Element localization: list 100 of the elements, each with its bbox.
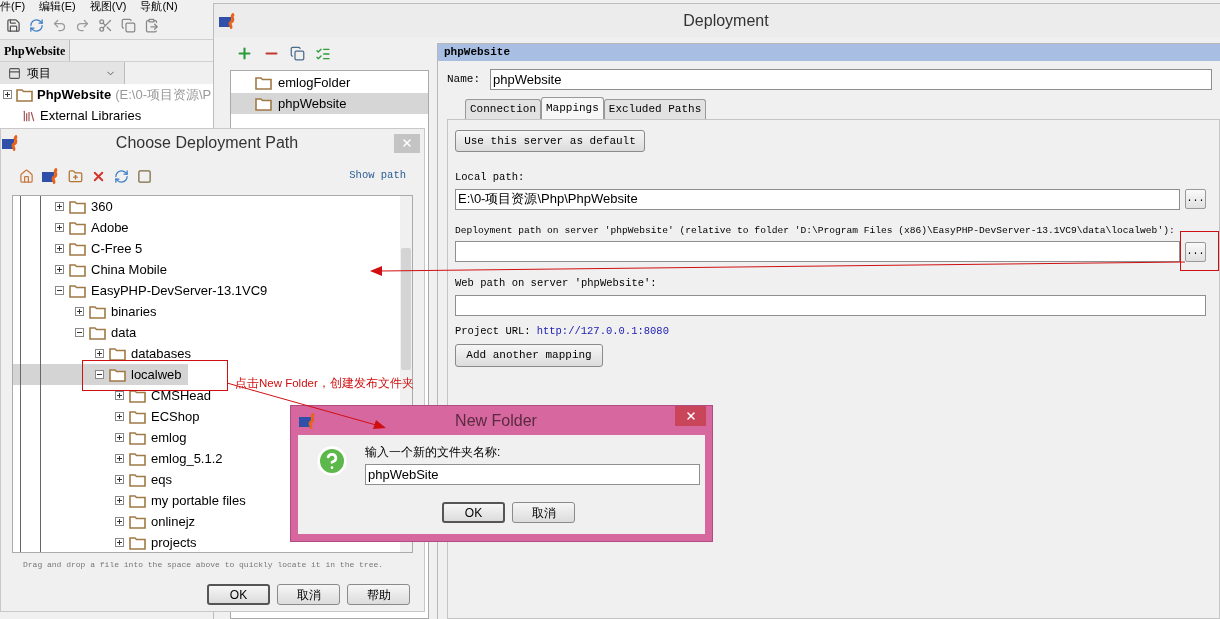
tree-row[interactable]: EasyPHP-DevServer-13.1VC9 bbox=[13, 280, 274, 301]
project-url-link[interactable]: http://127.0.0.1:8080 bbox=[536, 323, 669, 340]
folder-label: EasyPHP-DevServer-13.1VC9 bbox=[91, 281, 268, 300]
tree-row[interactable]: localweb bbox=[13, 364, 188, 385]
folder-label: 360 bbox=[91, 197, 113, 216]
close-icon bbox=[684, 410, 697, 422]
square-icon[interactable] bbox=[137, 168, 152, 184]
logo-icon bbox=[2, 135, 20, 151]
expand-icon[interactable] bbox=[115, 391, 124, 400]
scrollbar-thumb[interactable] bbox=[401, 248, 411, 370]
menu-item[interactable]: 编辑(E) bbox=[39, 0, 76, 12]
browse-button[interactable]: ... bbox=[1185, 189, 1206, 210]
undo-icon[interactable] bbox=[52, 18, 67, 33]
tree-row[interactable]: ECShop bbox=[13, 406, 206, 427]
expand-icon[interactable] bbox=[115, 475, 124, 484]
default-server-button[interactable]: Use this server as default bbox=[455, 130, 645, 152]
web-path-field[interactable] bbox=[455, 294, 1206, 316]
folder-label: emlog bbox=[151, 428, 187, 447]
expand-icon[interactable] bbox=[115, 433, 124, 442]
field-label: Local path: bbox=[455, 170, 525, 185]
add-mapping-button[interactable]: Add another mapping bbox=[455, 343, 603, 367]
refresh-icon[interactable] bbox=[114, 168, 129, 184]
expand-icon[interactable] bbox=[75, 307, 84, 316]
tab[interactable]: Connection bbox=[465, 99, 541, 119]
tab[interactable]: Mappings bbox=[541, 97, 604, 119]
breadcrumb-item[interactable]: PhpWebsite bbox=[0, 40, 71, 61]
view-selector[interactable]: 项目 bbox=[0, 62, 125, 84]
tree-row[interactable]: CMSHead bbox=[13, 385, 217, 406]
tree-row[interactable]: 360 bbox=[13, 196, 119, 217]
server-item[interactable]: phpWebsite bbox=[231, 93, 428, 114]
expand-icon[interactable] bbox=[55, 244, 64, 253]
tree-row[interactable]: Adobe bbox=[13, 217, 135, 238]
dialog-button[interactable]: 帮助 bbox=[347, 584, 410, 605]
expand-icon[interactable] bbox=[115, 517, 124, 526]
folder-name-field[interactable]: phpWebSite bbox=[365, 464, 700, 485]
tree-row[interactable]: my portable files bbox=[13, 490, 252, 511]
name-field[interactable]: phpWebsite bbox=[490, 68, 1212, 90]
paste-icon[interactable] bbox=[144, 18, 159, 33]
folder-icon bbox=[69, 262, 86, 277]
folder-label: China Mobile bbox=[91, 260, 167, 279]
home-icon[interactable] bbox=[19, 168, 34, 184]
expand-icon[interactable] bbox=[55, 223, 64, 232]
collapse-icon[interactable] bbox=[55, 286, 64, 295]
tab[interactable]: Excluded Paths bbox=[603, 99, 707, 119]
folder-icon bbox=[129, 409, 146, 424]
dialog-button[interactable]: 取消 bbox=[277, 584, 340, 605]
project-path: (E:\0-项目资源\P bbox=[115, 85, 212, 104]
tree-row[interactable]: emlog bbox=[13, 427, 193, 448]
close-button[interactable] bbox=[675, 406, 706, 426]
expand-icon[interactable] bbox=[115, 412, 124, 421]
folder-label: ECShop bbox=[151, 407, 200, 426]
tree-row[interactable]: data bbox=[13, 322, 143, 343]
folder-label: C-Free 5 bbox=[91, 239, 143, 258]
expand-icon[interactable] bbox=[55, 265, 64, 274]
show-path-link[interactable]: Show path bbox=[349, 168, 406, 184]
add-icon[interactable] bbox=[236, 45, 253, 62]
tree-row[interactable]: projects bbox=[13, 532, 203, 552]
tree-row[interactable]: onlinejz bbox=[13, 511, 202, 532]
expand-icon[interactable] bbox=[3, 90, 12, 99]
field-label: Name: bbox=[447, 71, 480, 87]
server-item[interactable]: emlogFolder bbox=[231, 72, 428, 93]
cut-icon[interactable] bbox=[98, 18, 113, 33]
tree-row[interactable]: databases bbox=[13, 343, 197, 364]
folder-label: onlinejz bbox=[151, 512, 196, 531]
dialog-button[interactable]: OK bbox=[207, 584, 270, 605]
menu-item[interactable]: 视图(V) bbox=[89, 0, 127, 12]
save-icon[interactable] bbox=[6, 18, 21, 33]
logo-icon bbox=[299, 412, 317, 429]
project-url-label: Project URL: bbox=[455, 323, 531, 339]
expand-icon[interactable] bbox=[95, 349, 104, 358]
tree-row[interactable]: eqs bbox=[13, 469, 178, 490]
deployment-path-field[interactable] bbox=[455, 241, 1180, 263]
refresh-icon[interactable] bbox=[29, 18, 44, 33]
expand-icon[interactable] bbox=[115, 496, 124, 505]
menu-item[interactable]: 件(F) bbox=[0, 0, 26, 12]
tree-row[interactable]: C-Free 5 bbox=[13, 238, 149, 259]
copy-icon[interactable] bbox=[121, 18, 136, 33]
new-folder-icon[interactable] bbox=[68, 168, 83, 184]
collapse-icon[interactable] bbox=[75, 328, 84, 337]
copy-icon[interactable] bbox=[290, 46, 305, 61]
menu-item[interactable]: 导航(N) bbox=[140, 0, 178, 12]
tree-row[interactable]: binaries bbox=[13, 301, 163, 322]
folder-label: projects bbox=[151, 533, 197, 552]
project-label[interactable]: PhpWebsite bbox=[37, 84, 112, 105]
collapse-icon[interactable] bbox=[95, 370, 104, 379]
logo-icon bbox=[42, 168, 60, 184]
dialog-button[interactable]: 取消 bbox=[512, 502, 575, 523]
browse-button[interactable]: ... bbox=[1185, 241, 1206, 262]
libraries-label[interactable]: External Libraries bbox=[40, 105, 142, 126]
expand-icon[interactable] bbox=[55, 202, 64, 211]
dialog-button[interactable]: OK bbox=[442, 502, 505, 523]
tree-row[interactable]: China Mobile bbox=[13, 259, 173, 280]
expand-icon[interactable] bbox=[115, 454, 124, 463]
tree-row[interactable]: emlog_5.1.2 bbox=[13, 448, 229, 469]
local-path-field[interactable]: E:\0-项目资源\Php\PhpWebsite bbox=[455, 188, 1180, 210]
folder-label: emlog_5.1.2 bbox=[151, 449, 223, 468]
library-icon bbox=[22, 108, 36, 123]
redo-icon[interactable] bbox=[75, 18, 90, 33]
expand-icon[interactable] bbox=[115, 538, 124, 547]
folder-icon bbox=[89, 325, 106, 340]
